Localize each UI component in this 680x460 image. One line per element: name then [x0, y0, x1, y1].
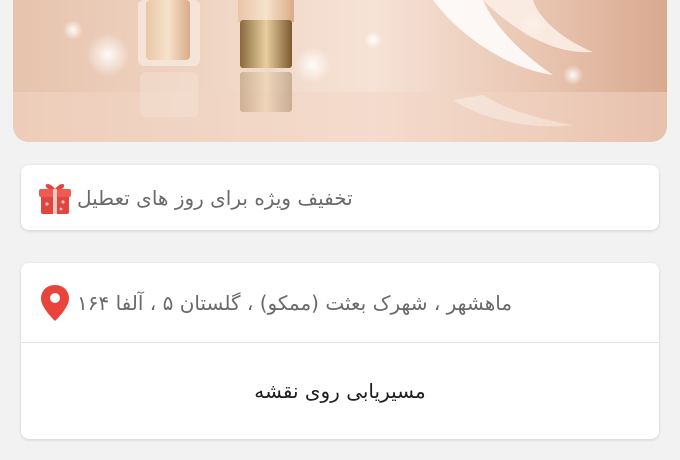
banner-image [13, 0, 667, 142]
gift-icon [33, 176, 77, 220]
address-row: ماهشهر ، شهرک بعثت (ممکو) ، گلستان ۵ ، آ… [21, 263, 659, 343]
cosmetics-illustration [13, 0, 667, 142]
route-on-map-button[interactable]: مسیریابی روی نقشه [21, 343, 659, 438]
location-card: ماهشهر ، شهرک بعثت (ممکو) ، گلستان ۵ ، آ… [21, 263, 659, 439]
map-pin-icon [33, 281, 77, 325]
promo-card[interactable]: تخفیف ویژه برای روز های تعطیل [21, 165, 659, 230]
promo-text: تخفیف ویژه برای روز های تعطیل [77, 185, 353, 210]
address-text: ماهشهر ، شهرک بعثت (ممکو) ، گلستان ۵ ، آ… [77, 290, 513, 315]
